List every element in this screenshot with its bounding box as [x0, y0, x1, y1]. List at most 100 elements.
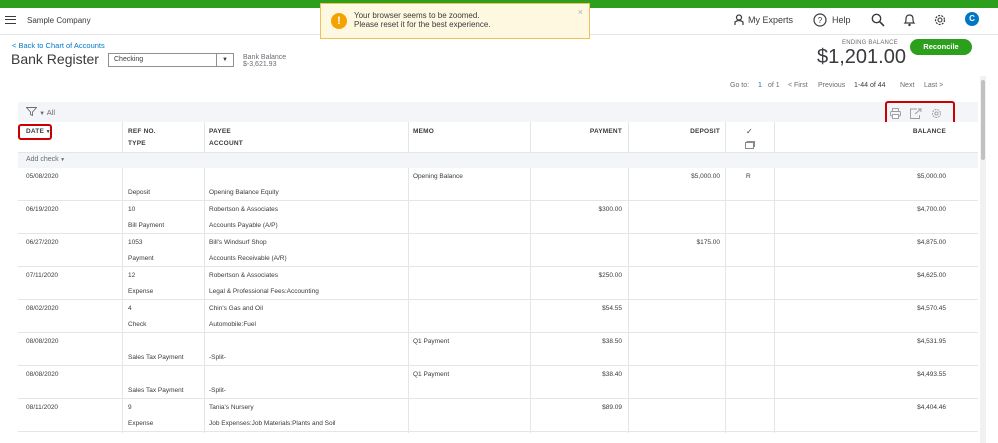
bank-balance-label: Bank Balance	[243, 54, 287, 61]
col-balance: BALANCE	[912, 128, 946, 135]
toast-line-1: Your browser seems to be zoomed.	[354, 11, 480, 20]
cell-payee: Chin's Gas and Oil	[209, 305, 263, 312]
company-name: Sample Company	[27, 16, 91, 25]
caret-down-icon: ▼	[39, 111, 46, 117]
help-icon[interactable]: ?	[813, 13, 827, 27]
filter-label: All	[46, 108, 56, 117]
table-row[interactable]: 08/02/2020 4 Check Chin's Gas and Oil Automo…	[18, 300, 978, 333]
toast-line-2: Please reset it for the best experience.	[354, 20, 491, 29]
cell-type: Deposit	[128, 189, 151, 196]
page-title: Bank Register	[11, 51, 99, 67]
cell-balance: $4,700.00	[917, 206, 946, 213]
cell-type: Sales Tax Payment	[128, 354, 184, 361]
cell-payment: $300.00	[598, 206, 623, 213]
my-experts-link[interactable]: My Experts	[748, 15, 793, 25]
back-to-chart-link[interactable]: < Back to Chart of Accounts	[12, 41, 105, 50]
cell-date: 08/08/2020	[26, 371, 59, 378]
register-toolbar: ▼ All	[18, 102, 978, 122]
table-row[interactable]: 08/11/2020 9 Expense Tania's Nursery Job Exp…	[18, 399, 978, 432]
cell-account: -Split-	[209, 354, 226, 361]
table-row[interactable]: 06/27/2020 1053 Payment Bill's Windsurf Sho…	[18, 234, 978, 267]
col-deposit: DEPOSIT	[690, 128, 720, 135]
table-row[interactable]: 06/19/2020 10 Bill Payment Robertson & Asso…	[18, 201, 978, 234]
cell-date: 07/11/2020	[26, 272, 59, 279]
cell-balance: $4,493.55	[917, 371, 946, 378]
col-payment: PAYMENT	[589, 128, 622, 135]
cell-date: 08/08/2020	[26, 338, 59, 345]
attachment-icon[interactable]	[745, 141, 755, 149]
cell-type: Expense	[128, 288, 154, 295]
cell-payment: $250.00	[598, 272, 623, 279]
cell-payment: $89.09	[602, 404, 622, 411]
filter-dropdown[interactable]: ▼ All	[25, 107, 56, 117]
cell-balance: $4,531.95	[917, 338, 946, 345]
chevron-down-icon: ▼	[216, 54, 233, 66]
close-icon[interactable]: ×	[578, 7, 583, 17]
cell-memo: Opening Balance	[413, 173, 463, 180]
cell-payee: Tania's Nursery	[209, 404, 254, 411]
cell-payment: $54.55	[602, 305, 622, 312]
cell-type: Expense	[128, 420, 154, 427]
funnel-icon	[25, 107, 38, 117]
cell-memo: Q1 Payment	[413, 371, 450, 378]
last-page-link[interactable]: Last >	[924, 82, 943, 89]
cell-balance: $5,000.00	[917, 173, 946, 180]
cell-balance: $4,625.00	[917, 272, 946, 279]
scrollbar-thumb[interactable]	[981, 80, 985, 160]
cell-account: Accounts Receivable (A/R)	[209, 255, 287, 262]
caret-down-icon: ▼	[58, 157, 66, 163]
gear-icon[interactable]	[933, 13, 947, 27]
table-row[interactable]: 08/08/2020 Sales Tax Payment -Split- Q1 Pay…	[18, 333, 978, 366]
cell-balance: $4,875.00	[917, 239, 946, 246]
table-row[interactable]: 08/08/2020 Sales Tax Payment -Split- Q1 Pay…	[18, 366, 978, 399]
add-check-dropdown[interactable]: Add check ▼	[26, 156, 65, 163]
highlight-date-column	[18, 124, 52, 140]
cell-account: Opening Balance Equity	[209, 189, 279, 196]
ending-balance-value: $1,201.00	[817, 46, 906, 68]
bank-balance-value: $-3,621.93	[243, 61, 277, 68]
cell-date: 08/11/2020	[26, 404, 59, 411]
checkmark-icon: ✓	[746, 127, 753, 136]
col-account: ACCOUNT	[209, 140, 243, 147]
next-page-link[interactable]: Next	[900, 82, 914, 89]
cell-status: R	[746, 173, 751, 180]
person-icon[interactable]	[734, 14, 744, 26]
col-type: TYPE	[128, 140, 146, 147]
first-page-link[interactable]: < First	[788, 82, 808, 89]
page-number-input[interactable]: 1	[758, 82, 762, 89]
cell-ref-no: 12	[128, 272, 136, 279]
cell-memo: Q1 Payment	[413, 338, 450, 345]
previous-page-link[interactable]: Previous	[818, 82, 845, 89]
table-row[interactable]: 05/08/2020 Deposit Opening Balance Equity O…	[18, 168, 978, 201]
account-select[interactable]: Checking ▼	[108, 53, 234, 67]
cell-date: 08/02/2020	[26, 305, 59, 312]
account-select-value: Checking	[114, 56, 144, 63]
cell-deposit: $5,000.00	[691, 173, 720, 180]
cell-ref-no: 9	[128, 404, 132, 411]
table-header: DATE ▼ REF NO. TYPE PAYEE ACCOUNT MEMO P…	[18, 122, 978, 153]
cell-type: Sales Tax Payment	[128, 387, 184, 394]
col-payee: PAYEE	[209, 128, 231, 135]
cell-deposit: $175.00	[696, 239, 721, 246]
avatar[interactable]: C	[965, 12, 979, 26]
cell-type: Bill Payment	[128, 222, 165, 229]
reconcile-button[interactable]: Reconcile	[910, 39, 972, 55]
cell-ref-no: 4	[128, 305, 132, 312]
cell-payee: Robertson & Associates	[209, 272, 279, 279]
cell-account: Job Expenses:Job Materials:Plants and So…	[209, 420, 336, 427]
cell-ref-no: 10	[128, 206, 136, 213]
cell-account: Legal & Professional Fees:Accounting	[209, 288, 319, 295]
table-row[interactable]: 07/11/2020 12 Expense Robertson & Associate…	[18, 267, 978, 300]
bell-icon[interactable]	[903, 13, 916, 27]
goto-label: Go to:	[730, 82, 750, 89]
search-icon[interactable]	[871, 13, 885, 27]
hamburger-menu-icon[interactable]	[5, 16, 16, 24]
help-link[interactable]: Help	[832, 15, 851, 25]
warning-icon: !	[331, 13, 347, 29]
page-range: 1-44 of 44	[854, 82, 886, 89]
cell-payment: $38.40	[602, 371, 622, 378]
add-check-row: Add check ▼	[18, 153, 978, 168]
cell-payment: $38.50	[602, 338, 622, 345]
zoom-warning-toast: ! Your browser seems to be zoomed. Pleas…	[320, 3, 590, 39]
cell-payee: Bill's Windsurf Shop	[209, 239, 267, 246]
